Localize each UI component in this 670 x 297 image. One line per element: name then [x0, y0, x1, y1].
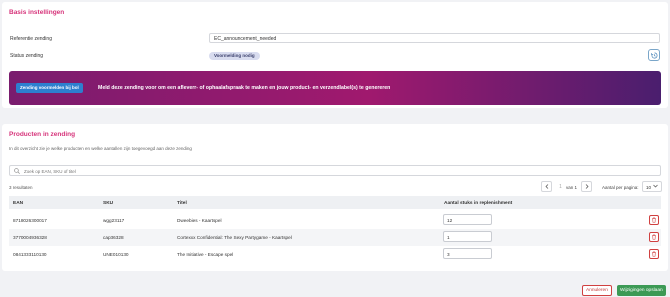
per-page-label: Aantal per pagina: — [602, 185, 639, 190]
column-quantity: Aantal stuks in replenishment — [444, 201, 513, 206]
save-changes-button[interactable]: Wijzigingen opslaan — [617, 285, 666, 296]
row-sku: cap36328 — [103, 235, 124, 240]
page-of-label: van 1 — [566, 185, 578, 190]
quantity-input[interactable]: 3 — [443, 248, 492, 259]
row-title: Dweebies - Kaartspel — [177, 218, 222, 223]
trash-icon — [652, 251, 656, 257]
status-label: Status zending — [10, 53, 44, 59]
chevron-left-icon — [544, 184, 548, 189]
delete-row-button[interactable] — [649, 232, 659, 242]
trash-icon — [652, 217, 656, 223]
search-box — [9, 165, 661, 176]
table-row: 8718026300017 wgg23117 Dweebies - Kaarts… — [9, 212, 661, 229]
banner-text: Meld deze zending voor om een afleverr- … — [98, 85, 391, 91]
basis-settings-card: Basis instellingen Referentie zending EC… — [2, 2, 668, 108]
next-page-button[interactable] — [581, 181, 592, 192]
per-page-select[interactable]: 10 — [642, 181, 662, 192]
history-button[interactable] — [648, 49, 660, 61]
current-page: 1 — [559, 184, 562, 190]
reference-label: Referentie zending — [10, 36, 52, 42]
row-ean: 0841333110130 — [13, 252, 47, 257]
results-count: 3 resultaten — [9, 185, 33, 190]
history-icon — [650, 52, 657, 58]
chevron-right-icon — [585, 184, 589, 189]
status-badge: Voormelding nodig — [209, 52, 260, 60]
row-sku: UNE010130 — [103, 252, 129, 257]
per-page-value: 10 — [646, 184, 652, 190]
quantity-input[interactable]: 12 — [443, 214, 492, 225]
column-title: Titel — [177, 201, 187, 206]
products-title: Producten in zending — [9, 131, 76, 138]
column-sku: SKU — [103, 201, 114, 206]
row-ean: 8718026300017 — [13, 218, 47, 223]
announce-banner: Zending voormelden bij bol Meld deze zen… — [9, 71, 661, 105]
chevron-down-icon — [653, 184, 658, 188]
row-ean: 3770004936328 — [13, 235, 47, 240]
table-header: EAN SKU Titel Aantal stuks in replenishm… — [9, 196, 661, 209]
products-card: Producten in zending In dit overzicht zi… — [2, 124, 668, 271]
trash-icon — [652, 234, 656, 240]
delete-row-button[interactable] — [649, 249, 659, 259]
delete-row-button[interactable] — [649, 215, 659, 225]
announce-shipment-button[interactable]: Zending voormelden bij bol — [16, 83, 83, 93]
search-icon — [14, 168, 20, 174]
row-title: The Initiative - Escape spel — [177, 252, 234, 257]
row-sku: wgg23117 — [103, 218, 125, 223]
products-intro: In dit overzicht zie je welke producten … — [9, 146, 192, 151]
table-row: 3770004936328 cap36328 Cortexxx Confiden… — [9, 229, 661, 246]
reference-field[interactable]: EC_announcement_needed — [209, 33, 660, 43]
quantity-input[interactable]: 1 — [443, 231, 492, 242]
row-title: Cortexxx Confidential: The Sexy Partygam… — [177, 235, 292, 240]
search-input[interactable] — [24, 167, 624, 175]
column-ean: EAN — [13, 201, 24, 206]
prev-page-button[interactable] — [541, 181, 552, 192]
table-row: 0841333110130 UNE010130 The Initiative -… — [9, 246, 661, 263]
cancel-button[interactable]: Annuleren — [582, 285, 612, 296]
basis-settings-title: Basis instellingen — [9, 9, 65, 16]
